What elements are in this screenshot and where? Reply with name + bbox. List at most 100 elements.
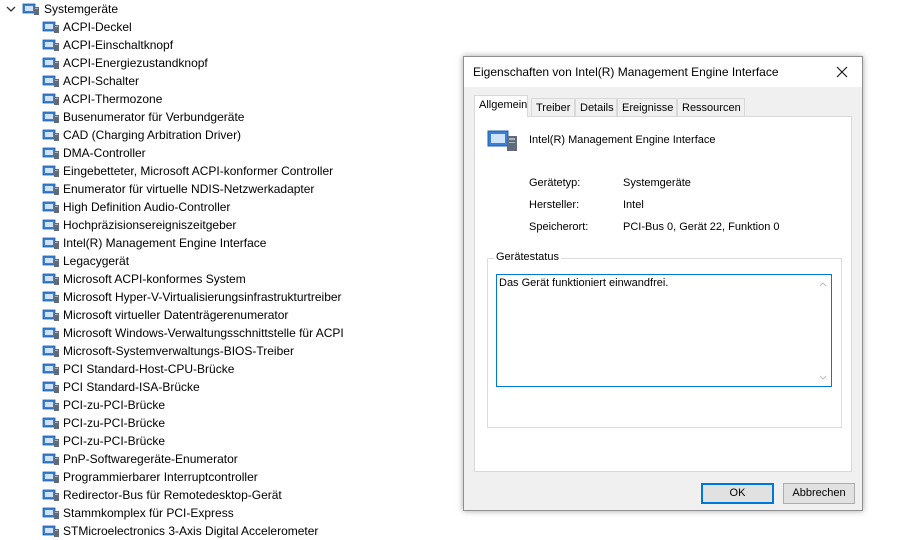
system-device-icon [42,381,59,393]
system-device-icon [42,237,59,249]
tree-device-item[interactable]: ACPI-Schalter [42,72,344,90]
tree-device-item[interactable]: PnP-Softwaregeräte-Enumerator [42,450,344,468]
tree-device-item[interactable]: Hochpräzisionsereigniszeitgeber [42,216,344,234]
tree-device-item[interactable]: Programmierbarer Interruptcontroller [42,468,344,486]
system-device-icon [42,75,59,87]
manufacturer-value: Intel [623,199,644,211]
tree-device-label: Programmierbarer Interruptcontroller [63,470,258,484]
tree-device-label: ACPI-Energiezustandknopf [63,56,208,70]
tree-device-item[interactable]: Microsoft-Systemverwaltungs-BIOS-Treiber [42,342,344,360]
dialog-titlebar[interactable]: Eigenschaften von Intel(R) Management En… [464,57,862,87]
tree-device-item[interactable]: Redirector-Bus für Remotedesktop-Gerät [42,486,344,504]
tree-device-item[interactable]: STMicroelectronics 3-Axis Digital Accele… [42,522,344,540]
system-devices-folder-icon [22,3,39,15]
tree-device-item[interactable]: Microsoft Windows-Verwaltungsschnittstel… [42,324,344,342]
system-device-icon [42,111,59,123]
device-status-text: Das Gerät funktioniert einwandfrei. [499,277,669,289]
device-name: Intel(R) Management Engine Interface [529,134,716,146]
tree-category-system-devices[interactable]: Systemgeräte [4,0,118,18]
tree-device-label: DMA-Controller [63,146,146,160]
tree-device-item[interactable]: DMA-Controller [42,144,344,162]
system-device-icon [42,525,59,537]
ok-button[interactable]: OK [701,483,774,504]
tree-device-item[interactable]: PCI-zu-PCI-Brücke [42,432,344,450]
location-value: PCI-Bus 0, Gerät 22, Funktion 0 [623,221,780,233]
system-device-icon [42,255,59,267]
system-device-icon [42,309,59,321]
tree-device-label: Microsoft Hyper-V-Virtualisierungsinfras… [63,290,342,304]
tree-device-label: ACPI-Einschaltknopf [63,38,174,52]
tree-device-label: Intel(R) Management Engine Interface [63,236,267,250]
tree-device-item[interactable]: High Definition Audio-Controller [42,198,344,216]
cancel-button[interactable]: Abbrechen [783,483,855,504]
system-device-icon [42,453,59,465]
tab-panel-allgemein: Intel(R) Management Engine Interface Ger… [474,116,852,472]
tree-device-label: PCI-zu-PCI-Brücke [63,416,166,430]
tree-device-item[interactable]: Enumerator für virtuelle NDIS-Netzwerkad… [42,180,344,198]
tree-device-item[interactable]: Microsoft Hyper-V-Virtualisierungsinfras… [42,288,344,306]
tree-device-item[interactable]: ACPI-Energiezustandknopf [42,54,344,72]
system-device-icon [42,183,59,195]
tree-device-item[interactable]: Legacygerät [42,252,344,270]
tree-device-label: Eingebetteter, Microsoft ACPI-konformer … [63,164,334,178]
device-tree: Systemgeräte ACPI-Deckel ACPI-Einschaltkn… [0,0,460,540]
tree-device-label: Microsoft-Systemverwaltungs-BIOS-Treiber [63,344,294,358]
tree-device-item[interactable]: PCI-zu-PCI-Brücke [42,414,344,432]
tree-device-label: ACPI-Deckel [63,20,132,34]
tree-device-label: Microsoft virtueller Datenträgerenumerat… [63,308,289,322]
system-device-icon [42,345,59,357]
tree-device-item[interactable]: Eingebetteter, Microsoft ACPI-konformer … [42,162,344,180]
tree-category-label: Systemgeräte [44,2,119,16]
tab-treiber[interactable]: Treiber [531,98,575,116]
tree-device-item[interactable]: ACPI-Einschaltknopf [42,36,344,54]
tree-device-label: Microsoft Windows-Verwaltungsschnittstel… [63,326,344,340]
tree-device-label: Hochpräzisionsereigniszeitgeber [63,218,237,232]
tab-ressourcen[interactable]: Ressourcen [677,98,745,116]
system-device-icon [42,219,59,231]
tab-details[interactable]: Details [575,98,617,116]
properties-dialog: Eigenschaften von Intel(R) Management En… [463,56,863,511]
chevron-down-icon[interactable] [4,0,18,18]
tree-device-label: PCI Standard-Host-CPU-Brücke [63,362,235,376]
system-device-icon [42,435,59,447]
system-device-icon [42,363,59,375]
scroll-down-icon[interactable] [817,371,829,383]
system-device-icon [42,327,59,339]
device-status-group: Gerätestatus Das Gerät funktioniert einw… [487,251,842,428]
close-button[interactable] [822,57,862,87]
manufacturer-label: Hersteller: [529,199,580,211]
system-device-icon [42,57,59,69]
device-type-label: Gerätetyp: [529,177,581,189]
device-header: Intel(R) Management Engine Interface [487,128,716,152]
system-device-icon [42,291,59,303]
tree-device-label: Microsoft ACPI-konformes System [63,272,246,286]
tree-device-label: PCI-zu-PCI-Brücke [63,398,166,412]
tree-device-item[interactable]: Microsoft virtueller Datenträgerenumerat… [42,306,344,324]
tree-device-item[interactable]: PCI-zu-PCI-Brücke [42,396,344,414]
dialog-title: Eigenschaften von Intel(R) Management En… [473,65,779,79]
tree-device-label: ACPI-Thermozone [63,92,163,106]
tab-ereignisse[interactable]: Ereignisse [617,98,677,116]
tree-device-label: PCI-zu-PCI-Brücke [63,434,166,448]
tree-device-item[interactable]: Microsoft ACPI-konformes System [42,270,344,288]
tree-device-item[interactable]: ACPI-Deckel [42,18,344,36]
device-type-value: Systemgeräte [623,177,691,189]
tree-device-label: Stammkomplex für PCI-Express [63,506,234,520]
tree-device-item[interactable]: CAD (Charging Arbitration Driver) [42,126,344,144]
tree-device-item[interactable]: Stammkomplex für PCI-Express [42,504,344,522]
system-device-icon [42,489,59,501]
system-device-icon [42,129,59,141]
tree-device-item[interactable]: Busenumerator für Verbundgeräte [42,108,344,126]
tree-device-label: PCI Standard-ISA-Brücke [63,380,200,394]
tree-device-label: Legacygerät [63,254,130,268]
tree-device-item[interactable]: ACPI-Thermozone [42,90,344,108]
scroll-up-icon[interactable] [817,278,829,290]
tree-device-label: Redirector-Bus für Remotedesktop-Gerät [63,488,282,502]
tab-allgemein[interactable]: Allgemein [474,95,528,117]
close-icon [836,66,848,78]
tree-device-item[interactable]: PCI Standard-ISA-Brücke [42,378,344,396]
tree-device-item[interactable]: PCI Standard-Host-CPU-Brücke [42,360,344,378]
system-device-icon [42,93,59,105]
tree-device-item[interactable]: Intel(R) Management Engine Interface [42,234,344,252]
device-status-textbox[interactable]: Das Gerät funktioniert einwandfrei. [496,274,832,387]
